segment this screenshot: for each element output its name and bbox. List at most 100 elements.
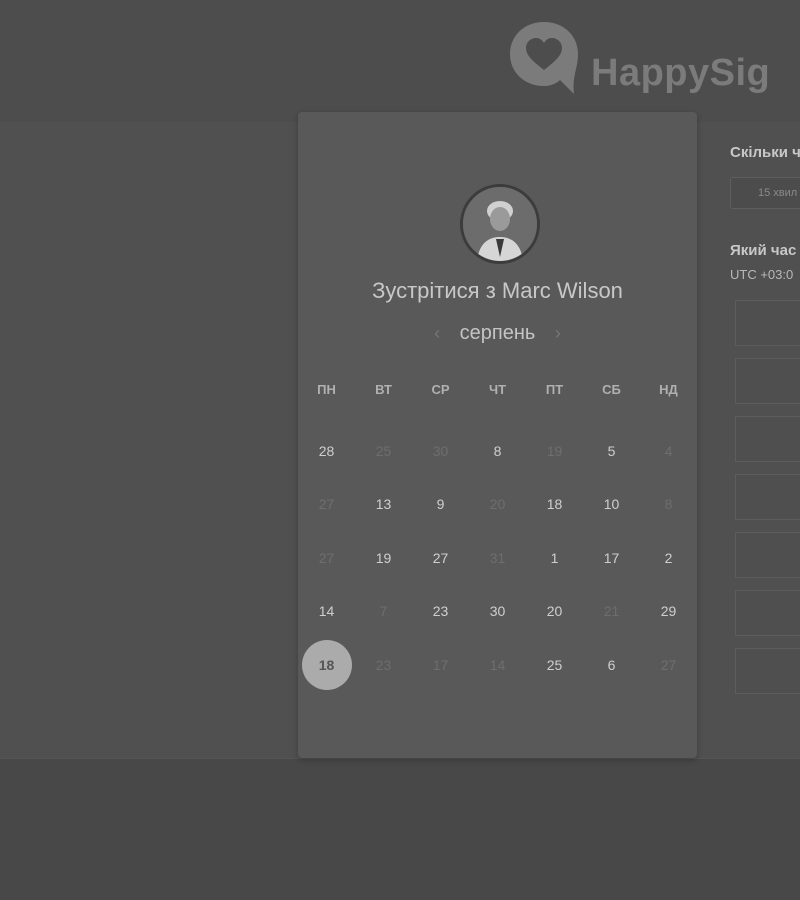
time-slot[interactable] — [735, 300, 800, 346]
time-slot[interactable] — [735, 416, 800, 462]
time-heading: Який час — [730, 242, 797, 259]
calendar-day-number: 19 — [375, 549, 392, 566]
calendar-day-number: 27 — [318, 496, 335, 513]
calendar-day-number: 27 — [660, 656, 677, 673]
calendar-day-number: 25 — [546, 656, 563, 673]
calendar-day: 27 — [640, 638, 697, 692]
calendar-day: 27 — [298, 478, 355, 532]
time-slot[interactable] — [735, 648, 800, 694]
calendar-week-row: 27 19 27 31 1 17 2 — [298, 531, 697, 585]
weekday-label: ЧТ — [488, 382, 507, 397]
calendar-week-row: 28 25 30 8 19 5 4 — [298, 424, 697, 478]
calendar-day-number: 30 — [432, 442, 449, 459]
calendar-day: 14 — [469, 638, 526, 692]
calendar-day-number: 9 — [436, 496, 445, 513]
chevron-left-icon[interactable]: ‹ — [434, 323, 440, 344]
month-label: серпень — [459, 322, 536, 344]
calendar-day-number: 7 — [379, 603, 388, 620]
calendar-day[interactable]: 18 — [526, 478, 583, 532]
calendar-day: 27 — [298, 531, 355, 585]
calendar-day-number: 17 — [603, 549, 620, 566]
calendar-day[interactable]: 29 — [640, 585, 697, 639]
weekday-label: ПТ — [545, 382, 564, 397]
calendar-day-number: 14 — [489, 656, 506, 673]
time-slot[interactable] — [735, 474, 800, 520]
calendar-day[interactable]: 30 — [469, 585, 526, 639]
calendar-day[interactable]: 13 — [355, 478, 412, 532]
calendar-day-number: 13 — [375, 496, 392, 513]
calendar-day[interactable]: 6 — [583, 638, 640, 692]
duration-select[interactable]: 15 хвил — [730, 177, 800, 209]
heart-bubble-icon — [510, 22, 578, 94]
calendar-day-number: 1 — [550, 549, 559, 566]
calendar-day[interactable]: 27 — [412, 531, 469, 585]
calendar-day: 19 — [526, 424, 583, 478]
chevron-right-icon[interactable]: › — [555, 323, 561, 344]
calendar-day-number: 6 — [607, 656, 616, 673]
calendar-day-number: 19 — [546, 442, 563, 459]
calendar-day[interactable]: 10 — [583, 478, 640, 532]
calendar-day-number: 8 — [493, 442, 502, 459]
calendar-day[interactable]: 14 — [298, 585, 355, 639]
calendar-day[interactable]: 20 — [526, 585, 583, 639]
calendar-day: 8 — [640, 478, 697, 532]
footer — [0, 758, 800, 900]
calendar-day-number: 8 — [664, 496, 673, 513]
calendar-day[interactable]: 5 — [583, 424, 640, 478]
calendar-day-number: 23 — [375, 656, 392, 673]
timezone-label[interactable]: UTC +03:0 — [730, 267, 793, 282]
calendar-day-number: 25 — [375, 442, 392, 459]
calendar-day-number: 27 — [432, 549, 449, 566]
weekday-label: СР — [431, 382, 450, 397]
calendar-day: 30 — [412, 424, 469, 478]
weekday-label: ПН — [317, 382, 336, 397]
calendar-week-row: 14 7 23 30 20 21 29 — [298, 585, 697, 639]
time-slot[interactable] — [735, 590, 800, 636]
calendar-day[interactable]: 2 — [640, 531, 697, 585]
calendar-day-number: 21 — [603, 603, 620, 620]
weekday-label: НД — [659, 382, 678, 397]
time-slot[interactable] — [735, 532, 800, 578]
calendar-day-number: 20 — [489, 496, 506, 513]
calendar-day[interactable]: 23 — [412, 585, 469, 639]
calendar-day: 7 — [355, 585, 412, 639]
time-slot[interactable] — [735, 358, 800, 404]
weekday-header: ПН ВТ СР ЧТ ПТ СБ НД — [298, 382, 697, 397]
calendar-day-number: 5 — [607, 442, 616, 459]
weekday-label: ВТ — [375, 382, 392, 397]
calendar-day[interactable]: 9 — [412, 478, 469, 532]
calendar-day-number: 20 — [546, 603, 563, 620]
calendar-day-number: 31 — [489, 549, 506, 566]
calendar-day-number: 23 — [432, 603, 449, 620]
person-photo-icon — [463, 187, 537, 261]
calendar-day-number: 14 — [318, 603, 335, 620]
calendar-day-number: 2 — [664, 549, 673, 566]
calendar-day[interactable]: 25 — [526, 638, 583, 692]
calendar-day[interactable]: 28 — [298, 424, 355, 478]
calendar-day-number: 29 — [660, 603, 677, 620]
calendar-day: 20 — [469, 478, 526, 532]
calendar-day-number: 18 — [318, 656, 335, 673]
calendar-day-number: 27 — [318, 549, 335, 566]
calendar-day[interactable]: 8 — [469, 424, 526, 478]
page-title: Зустрітися з Marc Wilson — [298, 278, 697, 304]
calendar-day-selected[interactable]: 18 — [298, 638, 355, 692]
calendar-grid: 28 25 30 8 19 5 4 27 13 9 20 18 10 8 27 19 27 31 1 17 2 14 7 23… — [298, 424, 697, 692]
calendar-day-number: 17 — [432, 656, 449, 673]
page: HappySig Зустрітися з Marc Wilson ‹ серп… — [0, 0, 800, 900]
calendar-day[interactable]: 17 — [583, 531, 640, 585]
scheduler-card: Зустрітися з Marc Wilson ‹ серпень › ПН В… — [298, 112, 697, 758]
calendar-day: 23 — [355, 638, 412, 692]
calendar-day[interactable]: 1 — [526, 531, 583, 585]
calendar-day: 21 — [583, 585, 640, 639]
person-name: Marc Wilson — [501, 278, 623, 303]
calendar-day[interactable]: 19 — [355, 531, 412, 585]
calendar-day: 4 — [640, 424, 697, 478]
avatar — [460, 184, 540, 264]
calendar-day-number: 30 — [489, 603, 506, 620]
title-prefix: Зустрітися з — [372, 278, 496, 303]
calendar-day: 17 — [412, 638, 469, 692]
calendar-day: 25 — [355, 424, 412, 478]
logo-text: HappySig — [591, 52, 771, 94]
calendar-week-row: 18 23 17 14 25 6 27 — [298, 638, 697, 692]
